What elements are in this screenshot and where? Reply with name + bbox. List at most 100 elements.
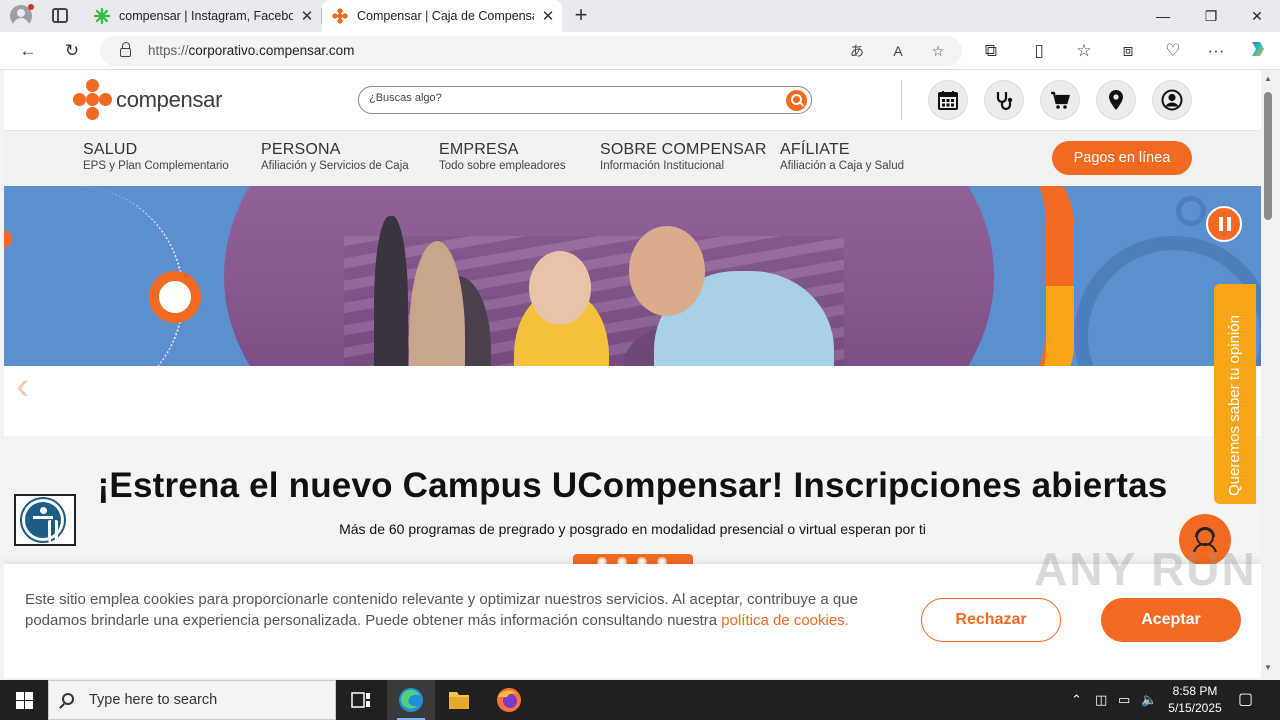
- nav-item-afiliate[interactable]: AFÍLIATE Afiliación a Caja y Salud: [780, 141, 904, 172]
- network-icon[interactable]: ▭: [1118, 680, 1130, 720]
- nav-subtitle: Afiliación a Caja y Salud: [780, 160, 905, 172]
- notifications-icon[interactable]: ▢: [1238, 680, 1253, 720]
- pause-icon[interactable]: [1206, 206, 1242, 242]
- nav-subtitle: EPS y Plan Complementario: [83, 160, 229, 172]
- header-divider: [901, 80, 902, 120]
- nav-title: PERSONA: [261, 141, 341, 158]
- refresh-icon[interactable]: ↻: [59, 38, 85, 64]
- favorites-icon[interactable]: ☆: [1071, 38, 1097, 64]
- favorite-star-icon[interactable]: ☆: [927, 40, 949, 62]
- clock-date: 5/15/2025: [1168, 701, 1222, 715]
- tab-compensar[interactable]: Compensar | Caja de Compensac ✕: [322, 0, 562, 32]
- feedback-tab[interactable]: Queremos saber tu opinión: [1214, 284, 1256, 504]
- decorative-yellow-arc: [1004, 286, 1074, 366]
- browser-essentials-icon[interactable]: ♡: [1160, 38, 1186, 64]
- tab-title: Compensar | Caja de Compensac: [357, 9, 534, 23]
- new-tab-icon[interactable]: +: [570, 4, 592, 26]
- nav-title: SALUD: [83, 141, 138, 158]
- search-icon[interactable]: [786, 90, 807, 111]
- chevron-left-icon[interactable]: ‹: [16, 366, 29, 406]
- search-icon: [62, 693, 74, 705]
- copilot-icon[interactable]: [1245, 38, 1271, 64]
- search-input[interactable]: [369, 92, 769, 104]
- calendar-icon[interactable]: [928, 80, 968, 120]
- taskbar-search-placeholder: Type here to search: [89, 692, 218, 708]
- decorative-small-ring: [1176, 196, 1206, 226]
- restore-icon[interactable]: ❐: [1188, 0, 1234, 32]
- nav-item-salud[interactable]: SALUD EPS y Plan Complementario: [83, 141, 229, 172]
- taskbar-search[interactable]: Type here to search: [48, 680, 336, 720]
- task-view-icon[interactable]: [337, 680, 385, 720]
- banner-headline[interactable]: ¡Estrena el nuevo Campus UCompensar! Ins…: [4, 466, 1261, 506]
- tab-instagram[interactable]: compensar | Instagram, Faceboo ✕: [84, 0, 321, 32]
- cookie-message: Este sitio emplea cookies para proporcio…: [25, 591, 858, 629]
- meet-icon[interactable]: ◫: [1095, 680, 1107, 720]
- edge-icon[interactable]: [387, 680, 435, 720]
- hero-banner[interactable]: [4, 186, 1261, 366]
- nav-subtitle: Afiliación y Servicios de Caja: [261, 160, 409, 172]
- close-window-icon[interactable]: ✕: [1234, 0, 1280, 32]
- pagos-en-linea-button[interactable]: Pagos en línea: [1052, 141, 1192, 175]
- split-screen-icon[interactable]: ▯: [1026, 38, 1052, 64]
- system-clock[interactable]: 8:58 PM 5/15/2025: [1160, 683, 1230, 717]
- file-explorer-icon[interactable]: [435, 680, 483, 720]
- close-tab-icon[interactable]: ✕: [534, 7, 562, 25]
- tab-actions-icon[interactable]: [52, 8, 68, 23]
- logo-text: compensar: [116, 87, 223, 112]
- person-silhouette: [374, 216, 408, 366]
- extensions-icon[interactable]: ⧉: [978, 38, 1004, 64]
- tab-title: compensar | Instagram, Faceboo: [119, 9, 293, 23]
- close-tab-icon[interactable]: ✕: [293, 7, 321, 25]
- url-text[interactable]: https://corporativo.compensar.com: [148, 43, 354, 58]
- accessibility-icon: [22, 499, 64, 542]
- decorative-ring: [149, 271, 201, 323]
- student-face: [629, 226, 705, 316]
- volume-icon[interactable]: 🔈: [1141, 680, 1157, 720]
- browser-toolbar: ← ↻ https://corporativo.compensar.com あ …: [0, 32, 1280, 70]
- nav-item-persona[interactable]: PERSONA Afiliación y Servicios de Caja: [261, 141, 409, 172]
- compensar-logo-icon: [72, 79, 114, 121]
- scrollbar-thumb[interactable]: [1264, 92, 1272, 220]
- compensar-logo[interactable]: compensar: [72, 79, 222, 121]
- cookie-policy-link[interactable]: política de cookies.: [721, 612, 849, 629]
- accept-cookies-button[interactable]: Aceptar: [1101, 598, 1241, 642]
- translate-icon[interactable]: あ: [846, 40, 868, 62]
- watermark-text: ANY RUN: [1034, 543, 1257, 595]
- accessibility-button[interactable]: [14, 494, 76, 546]
- clock-time: 8:58 PM: [1172, 684, 1218, 698]
- nav-item-sobre-compensar[interactable]: SOBRE COMPENSAR Información Instituciona…: [600, 141, 767, 172]
- chevron-up-icon[interactable]: ⌃: [1071, 680, 1082, 720]
- scroll-down-icon[interactable]: ▼: [1264, 663, 1272, 672]
- read-aloud-icon[interactable]: A: [887, 40, 909, 62]
- minimize-icon[interactable]: —: [1140, 0, 1186, 32]
- firefox-icon[interactable]: [485, 680, 533, 720]
- location-pin-icon[interactable]: [1096, 80, 1136, 120]
- compensar-favicon-icon: [332, 8, 348, 24]
- scroll-up-icon[interactable]: ▲: [1264, 74, 1272, 83]
- lock-icon[interactable]: [120, 42, 131, 57]
- stethoscope-icon[interactable]: [984, 80, 1024, 120]
- side-tab-icon[interactable]: [4, 230, 12, 248]
- student-face: [409, 241, 465, 366]
- windows-taskbar: Type here to search ⌃ ◫ ▭ 🔈 8:58 PM 5/15…: [0, 680, 1280, 720]
- nav-title: AFÍLIATE: [780, 141, 850, 158]
- back-icon[interactable]: ←: [15, 38, 41, 64]
- windows-start-icon[interactable]: [0, 680, 48, 720]
- banner-subline: Más de 60 programas de pregrado y posgra…: [339, 521, 926, 537]
- address-bar[interactable]: https://corporativo.compensar.com あ A ☆: [100, 36, 962, 66]
- site-search: [358, 86, 812, 114]
- page-scrollbar[interactable]: ▲ ▼: [1261, 70, 1280, 678]
- nav-subtitle: Información Institucional: [600, 160, 725, 172]
- more-menu-icon[interactable]: ···: [1203, 38, 1229, 64]
- user-icon[interactable]: [1152, 80, 1192, 120]
- nav-item-empresa[interactable]: EMPRESA Todo sobre empleadores: [439, 141, 566, 172]
- collections-icon[interactable]: ⧈: [1115, 38, 1141, 64]
- main-navigation: SALUD EPS y Plan Complementario PERSONA …: [4, 130, 1261, 186]
- nav-subtitle: Todo sobre empleadores: [439, 160, 566, 172]
- cart-icon[interactable]: [1040, 80, 1080, 120]
- nav-title: EMPRESA: [439, 141, 519, 158]
- reject-cookies-button[interactable]: Rechazar: [921, 598, 1061, 642]
- nav-title: SOBRE COMPENSAR: [600, 141, 767, 158]
- green-asterisk-icon: [93, 7, 111, 25]
- hero-students-photo: [224, 186, 994, 366]
